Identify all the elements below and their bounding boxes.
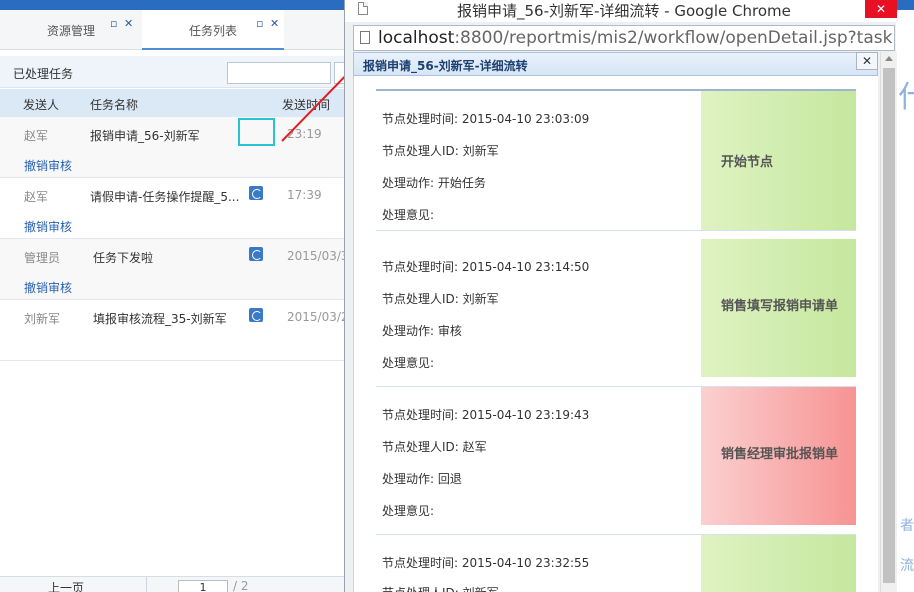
- node-user: 节点处理人ID: 赵军: [382, 440, 487, 454]
- cropped-glyph: 什: [898, 80, 914, 115]
- page-icon: [360, 31, 370, 44]
- toolbar-title: 已处理任务: [13, 67, 74, 81]
- workflow-node: 节点处理时间: 2015-04-10 23:32:55 节点处理人ID: 刘新军: [376, 535, 856, 592]
- tab-label: 资源管理: [46, 24, 95, 38]
- row-task-name[interactable]: 请假申请-任务操作提醒_5...: [90, 188, 240, 205]
- table-empty-area: [0, 361, 345, 576]
- node-status-box: 销售填写报销申请单: [701, 239, 856, 377]
- tab-restore-icon[interactable]: ▫: [256, 18, 263, 29]
- window-close-button[interactable]: ✕: [865, 0, 897, 18]
- node-user: 节点处理人ID: 刘新军: [382, 584, 499, 592]
- node-name: 销售填写报销申请单: [721, 299, 839, 314]
- background-right-edge: 什 者 流: [896, 10, 914, 592]
- tab-task-list[interactable]: 任务列表: [142, 10, 284, 50]
- node-name: 销售经理审批报销单: [721, 447, 839, 462]
- tab-resource-management[interactable]: 资源管理: [0, 10, 142, 50]
- workflow-node: 节点处理时间: 2015-04-10 23:19:43 节点处理人ID: 赵军 …: [376, 387, 856, 535]
- chrome-popup-window: 报销申请_56-刘新军-详细流转 - Google Chrome ✕ local…: [344, 0, 897, 592]
- tab-restore-icon[interactable]: ▫: [110, 18, 117, 29]
- node-action: 处理动作: 回退: [382, 472, 462, 486]
- highlight-box: [238, 118, 275, 146]
- vertical-scrollbar[interactable]: [880, 52, 897, 592]
- url-path: :8800/reportmis/mis2/workflow/openDetail…: [454, 28, 893, 48]
- undo-review-link[interactable]: 撤销审核: [24, 279, 72, 296]
- prev-page-button[interactable]: 上一页: [48, 579, 84, 592]
- main-tabs: 资源管理 ▫ ✕ 任务列表 ▫ ✕: [0, 10, 345, 50]
- node-status-box: 开始节点: [701, 91, 856, 230]
- window-title: 报销申请_56-刘新军-详细流转 - Google Chrome: [457, 2, 791, 20]
- row-time: 17:39: [287, 188, 322, 202]
- node-status-box: 销售经理审批报销单: [701, 387, 856, 525]
- col-task-name: 任务名称: [90, 98, 139, 112]
- node-comment: 处理意见:: [382, 504, 435, 518]
- workflow-icon[interactable]: [249, 247, 263, 261]
- dialog-close-button[interactable]: ✕: [856, 52, 878, 70]
- node-time: 节点处理时间: 2015-04-10 23:03:09: [382, 112, 590, 126]
- url-text[interactable]: localhost:8800/reportmis/mis2/workflow/o…: [378, 28, 893, 48]
- node-comment: 处理意见:: [382, 356, 435, 370]
- workflow-node: 节点处理时间: 2015-04-10 23:14:50 节点处理人ID: 刘新军…: [376, 239, 856, 387]
- address-bar[interactable]: localhost:8800/reportmis/mis2/workflow/o…: [353, 25, 895, 51]
- node-time: 节点处理时间: 2015-04-10 23:32:55: [382, 556, 590, 570]
- node-time: 节点处理时间: 2015-04-10 23:14:50: [382, 260, 590, 274]
- pagination: 上一页 1 / 2: [0, 576, 345, 592]
- table-row[interactable]: 刘新军 填报审核流程_35-刘新军 2015/03/2: [0, 300, 349, 361]
- node-user: 节点处理人ID: 刘新军: [382, 144, 499, 158]
- dialog-title: 报销申请_56-刘新军-详细流转: [363, 59, 528, 73]
- page-icon: [358, 2, 368, 15]
- node-user: 节点处理人ID: 刘新军: [382, 292, 499, 306]
- node-action: 处理动作: 开始任务: [382, 176, 486, 190]
- scroll-thumb[interactable]: [883, 68, 895, 583]
- row-task-name[interactable]: 报销申请_56-刘新军: [90, 127, 240, 144]
- tab-close-icon[interactable]: ✕: [270, 18, 279, 29]
- window-titlebar[interactable]: 报销申请_56-刘新军-详细流转 - Google Chrome ✕: [345, 0, 897, 22]
- workflow-detail-content: 节点处理时间: 2015-04-10 23:03:09 节点处理人ID: 刘新军…: [353, 76, 878, 592]
- row-sender: 赵军: [24, 129, 49, 143]
- dialog-header: 报销申请_56-刘新军-详细流转: [353, 52, 878, 76]
- node-name: 开始节点: [721, 155, 774, 170]
- url-host: localhost: [378, 28, 455, 48]
- table-row[interactable]: 管理员 任务下发啦 2015/03/3 撤销审核: [0, 239, 349, 300]
- undo-review-link[interactable]: 撤销审核: [24, 218, 72, 235]
- workflow-icon[interactable]: [249, 308, 263, 322]
- page-number-input[interactable]: 1: [178, 580, 228, 592]
- tab-close-icon[interactable]: ✕: [124, 18, 133, 29]
- table-row[interactable]: 赵军 请假申请-任务操作提醒_5... 17:39 撤销审核: [0, 178, 345, 239]
- col-sender: 发送人: [23, 98, 60, 112]
- node-comment: 处理意见:: [382, 208, 435, 222]
- node-action: 处理动作: 审核: [382, 324, 462, 338]
- row-task-name[interactable]: 任务下发啦: [93, 249, 243, 266]
- undo-review-link[interactable]: 撤销审核: [24, 157, 72, 174]
- row-task-name[interactable]: 填报审核流程_35-刘新军: [93, 310, 243, 327]
- scroll-up-icon[interactable]: [885, 56, 893, 61]
- pager-divider: [146, 577, 147, 592]
- cropped-glyph: 者: [900, 518, 914, 534]
- node-status-box: [701, 535, 856, 592]
- cropped-glyph: 流: [900, 558, 914, 574]
- row-sender: 刘新军: [24, 312, 61, 326]
- row-time: 2015/03/2: [287, 310, 349, 324]
- node-time: 节点处理时间: 2015-04-10 23:19:43: [382, 408, 590, 422]
- workflow-node: 节点处理时间: 2015-04-10 23:03:09 节点处理人ID: 刘新军…: [376, 91, 856, 231]
- row-time: 2015/03/3: [287, 249, 349, 263]
- page-total: / 2: [233, 579, 249, 592]
- workflow-icon[interactable]: [249, 186, 263, 200]
- row-sender: 管理员: [24, 251, 61, 265]
- tab-label: 任务列表: [188, 24, 237, 38]
- row-sender: 赵军: [24, 190, 49, 204]
